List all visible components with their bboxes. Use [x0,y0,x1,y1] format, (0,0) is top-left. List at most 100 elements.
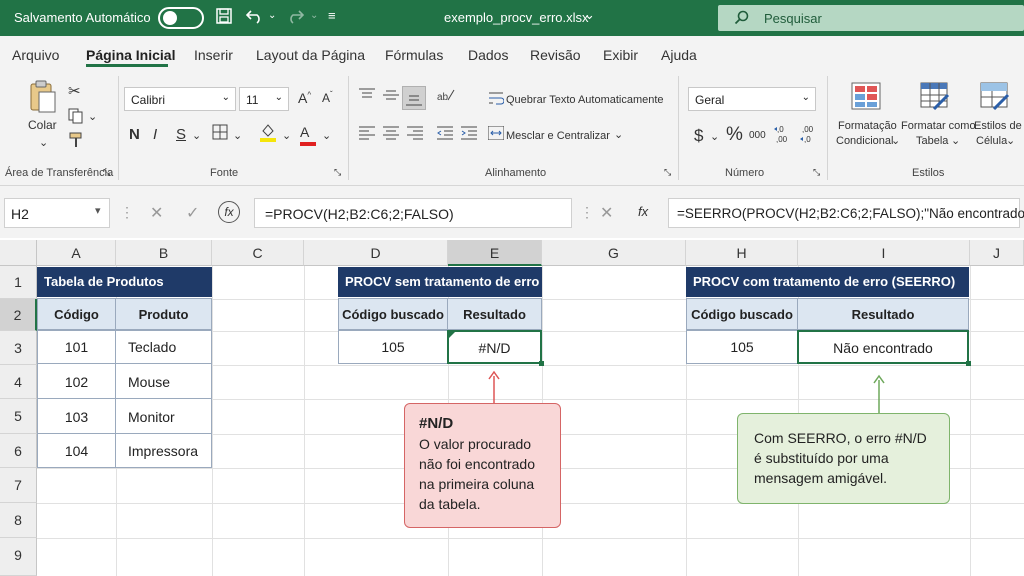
tab-arquivo[interactable]: Arquivo [12,47,59,63]
cancel-icon[interactable]: ✕ [600,203,613,223]
merge-center-icon[interactable] [487,125,505,144]
cell-styles-label-1[interactable]: Estilos de [974,120,1022,132]
font-size-select[interactable]: 11 ⌄ [239,87,289,111]
tab-revisao[interactable]: Revisão [530,47,581,63]
fx-label[interactable]: fx [638,204,648,219]
column-header-j[interactable]: J [970,240,1024,266]
decrease-font-icon[interactable]: Aˇ [322,90,333,105]
enter-icon[interactable]: ✓ [186,203,199,223]
cell-styles-label-2[interactable]: Célula [976,135,1007,147]
undo-dropdown-icon[interactable]: ⌄ [268,10,276,21]
fill-handle[interactable] [539,361,544,366]
seerro-header-resultado[interactable]: Resultado [797,298,969,330]
table-cell[interactable]: Impressora [115,433,212,468]
decrease-indent-icon[interactable] [437,126,453,144]
increase-indent-icon[interactable] [461,126,477,144]
products-table-title[interactable]: Tabela de Produtos [37,267,212,297]
seerro-header-codigo[interactable]: Código buscado [686,298,798,330]
fill-color-icon[interactable] [259,122,277,146]
insert-function-icon[interactable]: fx [218,201,240,223]
redo-dropdown-icon[interactable]: ⌄ [310,10,318,21]
tab-dados[interactable]: Dados [468,47,508,63]
align-center-icon[interactable] [383,126,399,144]
procv-header-codigo[interactable]: Código buscado [338,298,448,330]
alignment-launcher-icon[interactable]: ⤡ [664,167,671,178]
orientation-icon[interactable]: ab [437,88,455,106]
align-bottom-button[interactable] [402,86,426,110]
copy-icon[interactable] [68,108,84,128]
paste-label[interactable]: Colar [28,118,57,132]
procv-table-title[interactable]: PROCV sem tratamento de erro [338,267,542,297]
paste-dropdown-icon[interactable]: ⌄ [39,136,48,149]
cut-icon[interactable]: ✂ [68,82,81,100]
seerro-resultado-cell[interactable]: Não encontrado [797,330,969,364]
save-icon[interactable] [216,8,232,29]
column-header-a[interactable]: A [37,240,116,266]
conditional-formatting-label-1[interactable]: Formatação [838,120,897,132]
align-right-icon[interactable] [407,126,423,144]
file-name-chevron-icon[interactable]: ⌄ [584,7,595,23]
cell-styles-dropdown-icon[interactable]: ⌄ [1006,134,1015,147]
column-header-g[interactable]: G [542,240,686,266]
undo-icon[interactable] [245,8,264,29]
underline-dropdown-icon[interactable]: ⌄ [192,129,201,142]
redo-icon[interactable] [286,8,305,29]
row-header-8[interactable]: 8 [0,503,37,538]
decrease-decimal-icon[interactable]: ,00,0 [800,124,818,148]
products-header-codigo[interactable]: Código [37,298,116,330]
row-header-7[interactable]: 7 [0,468,37,503]
bold-button[interactable]: N [129,126,140,143]
clipboard-launcher-icon[interactable]: ⤡ [103,167,110,178]
cell-styles-icon[interactable] [980,82,1010,115]
tab-pagina-inicial[interactable]: Página Inicial [86,47,175,63]
tab-formulas[interactable]: Fórmulas [385,47,443,63]
format-as-table-label-2[interactable]: Tabela [916,135,948,147]
column-header-e[interactable]: E [448,240,542,266]
number-format-select[interactable]: Geral ⌄ [688,87,816,111]
percent-button[interactable]: % [726,124,743,146]
search-box[interactable]: Pesquisar [718,5,1024,31]
underline-button[interactable]: S [176,126,186,143]
table-cell[interactable]: Teclado [115,330,212,364]
tab-ajuda[interactable]: Ajuda [661,47,697,63]
borders-icon[interactable] [212,124,228,144]
procv-header-resultado[interactable]: Resultado [447,298,542,330]
products-header-produto[interactable]: Produto [115,298,212,330]
column-header-b[interactable]: B [116,240,212,266]
wrap-text-icon[interactable] [488,90,505,110]
table-cell[interactable]: 104 [37,433,116,468]
tab-inserir[interactable]: Inserir [194,47,233,63]
wrap-text-button[interactable]: Quebrar Texto Automaticamente [506,94,664,106]
font-name-select[interactable]: Calibri ⌄ [124,87,236,111]
format-painter-icon[interactable] [68,132,84,152]
copy-dropdown-icon[interactable]: ⌄ [88,110,97,123]
column-header-i[interactable]: I [798,240,970,266]
row-header-9[interactable]: 9 [0,538,37,576]
currency-dropdown-icon[interactable]: ⌄ [710,130,719,143]
format-as-table-label-1[interactable]: Formatar como [901,120,976,132]
column-header-h[interactable]: H [686,240,798,266]
row-header-2[interactable]: 2 [0,299,37,331]
font-color-icon[interactable]: A [300,124,316,146]
tab-exibir[interactable]: Exibir [603,47,638,63]
autosave-toggle[interactable] [158,7,204,29]
row-header-6[interactable]: 6 [0,434,37,468]
seerro-codigo-cell[interactable]: 105 [686,330,798,364]
font-launcher-icon[interactable]: ⤡ [334,167,341,178]
customize-toolbar-icon[interactable]: ≡ [328,8,336,23]
procv-resultado-cell[interactable]: #N/D [447,330,542,364]
currency-button[interactable]: $ [694,126,703,146]
row-header-5[interactable]: 5 [0,399,37,434]
select-all-corner[interactable] [0,240,37,266]
tab-layout[interactable]: Layout da Página [256,47,365,63]
table-cell[interactable]: 103 [37,398,116,434]
table-cell[interactable]: Mouse [115,363,212,399]
increase-font-icon[interactable]: A^ [298,90,311,106]
column-header-c[interactable]: C [212,240,304,266]
row-header-3[interactable]: 3 [0,331,37,365]
increase-decimal-icon[interactable]: ,0,00 [774,124,792,148]
procv-codigo-cell[interactable]: 105 [338,330,448,364]
paste-icon[interactable] [29,80,57,119]
conditional-formatting-label-2[interactable]: Condicional [836,135,893,147]
cancel-icon[interactable]: ✕ [150,203,163,223]
